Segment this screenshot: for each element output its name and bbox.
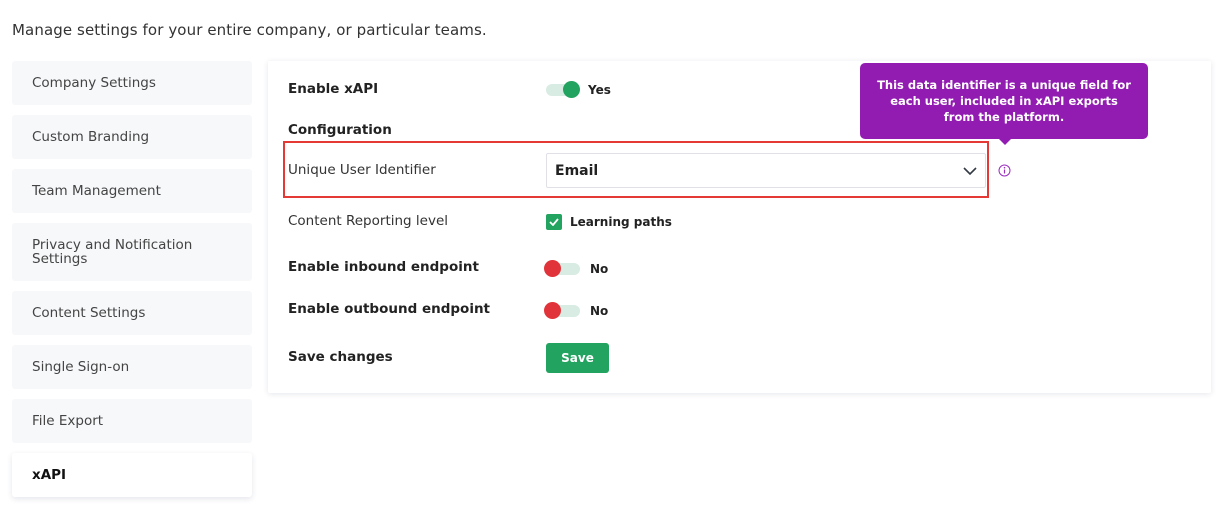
sidebar-item-custom-branding[interactable]: Custom Branding xyxy=(12,115,252,159)
outbound-endpoint-label: Enable outbound endpoint xyxy=(288,301,491,317)
enable-xapi-row: Enable xAPI xyxy=(288,81,378,97)
enable-xapi-label: Enable xAPI xyxy=(288,81,379,97)
sidebar-item-label: File Export xyxy=(32,413,104,429)
sidebar-item-company-settings[interactable]: Company Settings xyxy=(12,61,252,105)
sidebar-item-file-export[interactable]: File Export xyxy=(12,399,252,443)
sidebar-item-label: Single Sign-on xyxy=(32,359,130,375)
inbound-endpoint-toggle[interactable] xyxy=(544,260,580,277)
toggle-knob xyxy=(563,81,580,98)
inbound-endpoint-label: Enable inbound endpoint xyxy=(288,259,479,275)
unique-user-identifier-select[interactable]: Email xyxy=(546,153,986,188)
checkmark-icon xyxy=(549,218,559,226)
sidebar-item-label: Team Management xyxy=(32,183,161,199)
sidebar-item-xapi[interactable]: xAPI xyxy=(12,453,252,497)
sidebar-item-label: Custom Branding xyxy=(32,129,150,145)
sidebar-item-team-management[interactable]: Team Management xyxy=(12,169,252,213)
configuration-heading: Configuration xyxy=(288,122,392,138)
enable-xapi-state: Yes xyxy=(588,83,611,97)
toggle-knob xyxy=(544,260,561,277)
learning-paths-checkbox[interactable] xyxy=(546,214,562,230)
settings-sidebar: Company Settings Custom Branding Team Ma… xyxy=(12,61,252,507)
save-button[interactable]: Save xyxy=(546,343,609,373)
sidebar-item-single-sign-on[interactable]: Single Sign-on xyxy=(12,345,252,389)
outbound-endpoint-toggle[interactable] xyxy=(544,302,580,319)
inbound-endpoint-state: No xyxy=(590,262,609,276)
sidebar-item-privacy-notification[interactable]: Privacy and Notification Settings xyxy=(12,223,252,281)
chevron-down-icon xyxy=(963,166,977,175)
sidebar-item-content-settings[interactable]: Content Settings xyxy=(12,291,252,335)
select-value: Email xyxy=(555,162,599,179)
toggle-knob xyxy=(544,302,561,319)
learning-paths-label: Learning paths xyxy=(570,215,672,229)
sidebar-item-label: Company Settings xyxy=(32,75,156,91)
identifier-tooltip: This data identifier is a unique field f… xyxy=(860,63,1148,139)
save-changes-label: Save changes xyxy=(288,349,393,365)
sidebar-item-label: Content Settings xyxy=(32,305,146,321)
info-icon[interactable] xyxy=(998,164,1011,177)
sidebar-item-label: xAPI xyxy=(32,467,67,483)
tooltip-arrow xyxy=(998,138,1012,145)
page-description: Manage settings for your entire company,… xyxy=(12,21,487,39)
content-reporting-label: Content Reporting level xyxy=(288,213,449,229)
unique-user-identifier-label: Unique User Identifier xyxy=(288,162,436,178)
outbound-endpoint-state: No xyxy=(590,304,609,318)
sidebar-item-label: Privacy and Notification Settings xyxy=(32,237,193,267)
enable-xapi-toggle[interactable] xyxy=(546,81,580,98)
